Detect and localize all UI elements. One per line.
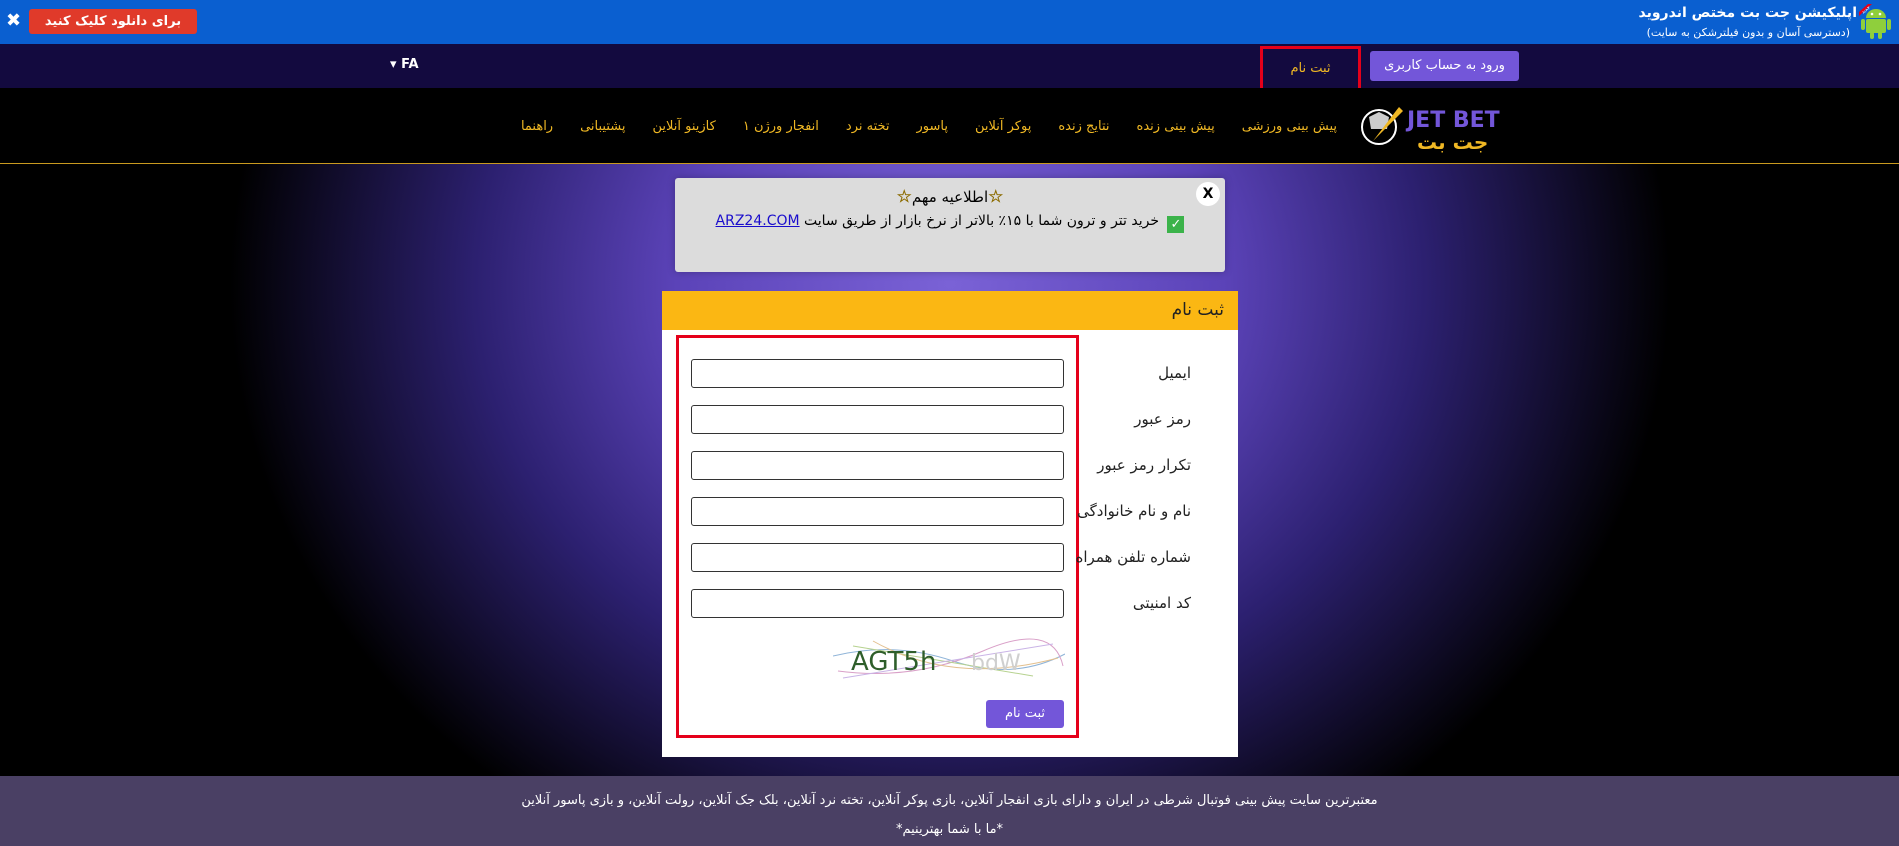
main-nav: JET BET جت بت پیش بینی ورزشی پیش بینی زن… (0, 88, 1899, 164)
nav-item-support[interactable]: پشتیبانی (580, 119, 625, 134)
registration-title: ثبت نام (1171, 300, 1224, 320)
email-field[interactable] (691, 359, 1064, 388)
password-field[interactable] (691, 405, 1064, 434)
security-code-label: کد امنیتی (1132, 594, 1191, 612)
app-download-banner: ✖ برای دانلود کلیک کنید اپلیکیشن جت بت م… (0, 0, 1899, 44)
password-repeat-label: تکرار رمز عبور (1097, 456, 1191, 474)
user-bar: ورود به حساب کاربری ثبت نام ▾ FA (0, 44, 1899, 91)
caret-down-icon: ▾ (390, 57, 397, 72)
footer-slogan: *ما با شما بهترینیم* (895, 822, 1004, 837)
nav-item-help[interactable]: راهنما (521, 119, 553, 134)
full-name-field[interactable] (691, 497, 1064, 526)
nav-item-sports-betting[interactable]: پیش بینی ورزشی (1242, 119, 1337, 134)
check-icon: ✓ (1167, 216, 1185, 233)
app-banner-title: اپلیکیشن جت بت مختص اندروید (1638, 5, 1858, 21)
star-icon: ☆ (988, 187, 1004, 208)
star-icon: ☆ (896, 187, 912, 208)
captcha-image[interactable]: bdW AGT5h (833, 636, 1065, 682)
android-icon: جدید (1859, 4, 1891, 39)
full-name-label: نام و نام خانوادگی (1077, 502, 1191, 520)
language-label: FA (401, 57, 419, 72)
login-button[interactable]: ورود به حساب کاربری (1370, 51, 1519, 81)
mobile-field[interactable] (691, 543, 1064, 572)
nav-item-backgammon[interactable]: تخته نرد (846, 119, 890, 134)
nav-item-crash[interactable]: انفجار ورژن ۱ (743, 119, 819, 134)
app-banner-subtitle: (دسترسی آسان و بدون فیلترشکن به سایت) (1646, 26, 1850, 39)
password-label: رمز عبور (1134, 410, 1191, 428)
language-selector[interactable]: ▾ FA (390, 56, 419, 74)
password-repeat-field[interactable] (691, 451, 1064, 480)
nav-item-live-results[interactable]: نتایج زنده (1058, 119, 1109, 134)
registration-card-header (662, 291, 1238, 330)
nav-item-pasur[interactable]: پاسور (917, 119, 948, 134)
captcha-text: AGT5h (851, 647, 936, 677)
mobile-label: شماره تلفن همراه (1075, 548, 1191, 566)
nav-item-online-poker[interactable]: پوکر آنلاین (975, 119, 1031, 134)
arz24-link[interactable]: ARZ24.COM (716, 213, 800, 229)
register-link[interactable]: ثبت نام (1260, 46, 1361, 91)
download-app-button[interactable]: برای دانلود کلیک کنید (29, 9, 197, 34)
notice-title-row: ☆اطلاعیه مهم☆ (675, 187, 1225, 208)
jetbet-logo[interactable]: JET BET جت بت (1359, 97, 1511, 155)
nav-item-online-casino[interactable]: کازینو آنلاین (653, 119, 716, 134)
logo-text-fa: جت بت (1417, 130, 1488, 154)
security-code-field[interactable] (691, 589, 1064, 618)
notice-body: ✓ خرید تتر و ترون شما با ۱۵٪ بالاتر از ن… (675, 213, 1225, 233)
footer-description: معتبرترین سایت پیش بینی فوتبال شرطی در ا… (521, 793, 1378, 808)
notice-title: اطلاعیه مهم (911, 188, 989, 206)
notice-text: خرید تتر و ترون شما با ۱۵٪ بالاتر از نرخ… (804, 213, 1159, 229)
nav-item-live-betting[interactable]: پیش بینی زنده (1137, 119, 1215, 134)
svg-text:bdW: bdW (971, 651, 1021, 676)
close-icon[interactable]: ✖ (6, 10, 21, 32)
register-submit-button[interactable]: ثبت نام (986, 700, 1064, 728)
nav-items: پیش بینی ورزشی پیش بینی زنده نتایج زنده … (521, 88, 1337, 164)
email-label: ایمیل (1158, 364, 1191, 382)
